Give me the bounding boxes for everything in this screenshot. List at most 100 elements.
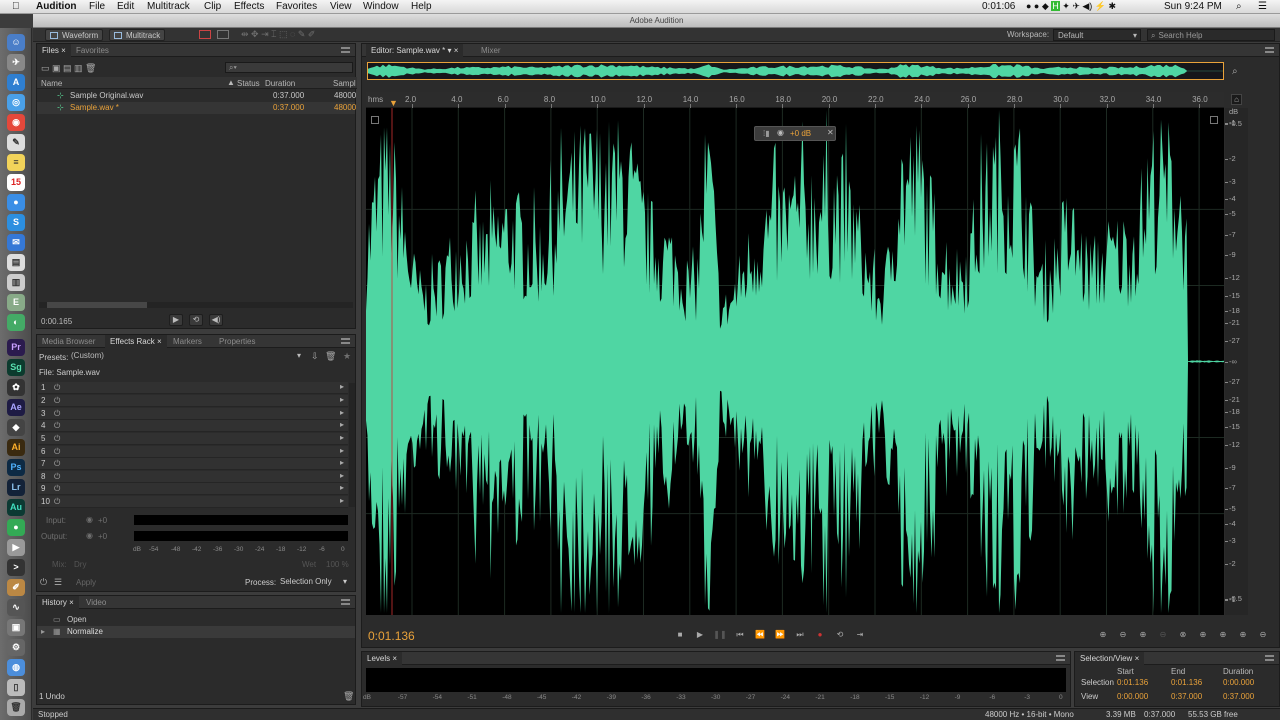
utility-icon[interactable]: ◐: [7, 314, 25, 331]
finder-icon[interactable]: ☺: [7, 34, 25, 51]
textedit-icon[interactable]: ✎: [7, 134, 25, 151]
pitch-display-icon[interactable]: [217, 30, 229, 39]
terminal-icon[interactable]: >: [7, 559, 25, 576]
panel-menu-icon[interactable]: [341, 599, 350, 605]
tab-favorites[interactable]: Favorites: [71, 44, 114, 57]
close-icon[interactable]: ×: [157, 337, 162, 346]
evernote-icon[interactable]: E: [7, 294, 25, 311]
close-icon[interactable]: ×: [61, 46, 66, 55]
effect-slot[interactable]: 6 ⏻ ▸: [38, 446, 348, 458]
col-name[interactable]: Name: [41, 79, 62, 88]
tool-icons[interactable]: ⇹ ✥ ⇥ ⌶ ⬚ ◌ ✎ ✐: [241, 29, 315, 40]
col-rate[interactable]: Sampl: [333, 79, 356, 88]
effect-slot[interactable]: 8 ⏻ ▸: [38, 471, 348, 483]
output-gain-knob[interactable]: ◉: [86, 531, 93, 540]
zoom-out-time-icon[interactable]: ⊖: [1156, 629, 1170, 641]
bridge-icon[interactable]: ◆: [7, 419, 25, 436]
selection-end[interactable]: 0:01.136: [1171, 678, 1202, 687]
zoom-in-left-icon[interactable]: ⊕: [1216, 629, 1230, 641]
play-button[interactable]: ▶: [693, 629, 707, 641]
tab-files[interactable]: Files ×: [37, 44, 71, 57]
current-time-display[interactable]: 0:01.136: [368, 629, 415, 643]
process-select[interactable]: Selection Only ▾: [280, 576, 350, 588]
view-duration[interactable]: 0:37.000: [1223, 692, 1254, 701]
go-to-start-button[interactable]: ⏮: [733, 629, 747, 641]
aftereffects-icon[interactable]: Ae: [7, 399, 25, 416]
waveform-button[interactable]: Waveform: [45, 29, 104, 41]
panel-menu-icon[interactable]: [1265, 655, 1274, 661]
panel-menu-icon[interactable]: [1265, 47, 1274, 53]
save-preset-icon[interactable]: ⇩: [311, 351, 319, 362]
volume-knob-icon[interactable]: ◉: [777, 128, 784, 137]
time-ruler[interactable]: [366, 92, 1224, 108]
folder-icon[interactable]: ◍: [7, 659, 25, 676]
mail-icon[interactable]: ✉: [7, 234, 25, 251]
snap-icon[interactable]: ⌂: [1231, 94, 1242, 105]
close-icon[interactable]: ×: [1135, 654, 1140, 663]
spectral-display-icon[interactable]: [199, 30, 211, 39]
tab-effects-rack[interactable]: Effects Rack ×: [105, 335, 167, 348]
trash-icon[interactable]: 🗑: [7, 699, 25, 716]
effect-slot[interactable]: 5 ⏻ ▸: [38, 433, 348, 445]
selection-duration[interactable]: 0:00.000: [1223, 678, 1254, 687]
script-icon[interactable]: ▥: [7, 274, 25, 291]
stop-button[interactable]: ■: [673, 629, 687, 641]
tab-markers[interactable]: Markers: [168, 335, 207, 348]
menu-effects[interactable]: Effects: [234, 1, 264, 12]
play-preview-button[interactable]: ▶: [169, 314, 183, 326]
activity-icon[interactable]: ∿: [7, 599, 25, 616]
effect-slot[interactable]: 10 ⏻ ▸: [38, 496, 348, 508]
messages-icon[interactable]: ●: [7, 194, 25, 211]
tab-properties[interactable]: Properties: [214, 335, 260, 348]
search-help-input[interactable]: ⌕ Search Help: [1147, 29, 1275, 41]
lightroom-icon[interactable]: Lr: [7, 479, 25, 496]
presets-select[interactable]: (Custom) ▾: [71, 351, 301, 363]
tab-history[interactable]: History ×: [37, 596, 79, 609]
calendar-icon[interactable]: 15: [7, 174, 25, 191]
brush-icon[interactable]: ✐: [7, 579, 25, 596]
status-icons[interactable]: ● ● ◆ H ✦ ✈ ◀) ⚡ ✱: [1026, 1, 1116, 12]
volume-preview-button[interactable]: ◀): [209, 314, 223, 326]
hud-volume[interactable]: ⁞▮ ◉ +0 dB ✕: [754, 126, 836, 141]
tab-levels[interactable]: Levels ×: [362, 652, 403, 665]
audition-icon[interactable]: Au: [7, 499, 25, 516]
power-icon[interactable]: ⏻: [40, 577, 47, 588]
file-row-selected[interactable]: ⊹ Sample.wav * 0:37.000 48000: [37, 102, 356, 114]
panel-menu-icon[interactable]: [341, 47, 350, 53]
effects-vscrollbar[interactable]: [349, 383, 355, 507]
view-start[interactable]: 0:00.000: [1117, 692, 1148, 701]
skype-icon[interactable]: S: [7, 214, 25, 231]
skip-selection-button[interactable]: ⇥: [853, 629, 867, 641]
loop-button[interactable]: ⟲: [833, 629, 847, 641]
menu-window[interactable]: Window: [363, 1, 399, 12]
app-icon-green[interactable]: ●: [7, 519, 25, 536]
delete-preset-icon[interactable]: 🗑: [325, 351, 336, 362]
zoom-in-selection-icon[interactable]: ⊕: [1196, 629, 1210, 641]
menu-multitrack[interactable]: Multitrack: [147, 1, 190, 12]
spotlight-icon[interactable]: ⌕: [1236, 1, 1242, 12]
record-button[interactable]: ●: [813, 629, 827, 641]
files-search-input[interactable]: ⌕▾: [225, 62, 353, 73]
effect-slot[interactable]: 4 ⏻ ▸: [38, 420, 348, 432]
file-row[interactable]: ⊹ Sample Original.wav 0:37.000 48000: [37, 90, 356, 102]
close-icon[interactable]: ×: [69, 598, 74, 607]
apply-button[interactable]: Apply: [76, 578, 96, 587]
col-status[interactable]: Status: [237, 79, 260, 88]
settings-icon[interactable]: ⚙: [7, 639, 25, 656]
close-icon[interactable]: ×: [454, 46, 459, 55]
pin-icon[interactable]: ✕: [827, 128, 834, 137]
notes-icon[interactable]: ≡: [7, 154, 25, 171]
pause-button[interactable]: ❚❚: [713, 629, 727, 641]
chrome-icon[interactable]: ◉: [7, 114, 25, 131]
premiere-icon[interactable]: Pr: [7, 339, 25, 356]
zoom-reset-icon[interactable]: ⊖: [1256, 629, 1270, 641]
menu-app[interactable]: Audition: [36, 1, 77, 12]
favorite-icon[interactable]: ★: [343, 351, 351, 362]
effect-slot[interactable]: 9 ⏻ ▸: [38, 483, 348, 495]
panel-menu-icon[interactable]: [1056, 655, 1065, 661]
photos-icon[interactable]: ▣: [7, 619, 25, 636]
media-icon[interactable]: ✿: [7, 379, 25, 396]
history-item-selected[interactable]: ▸ ▦ Normalize: [37, 626, 355, 638]
channel-corner-icon-right[interactable]: [1210, 116, 1218, 124]
zoom-navigator-icon[interactable]: ⌕: [1232, 66, 1238, 77]
